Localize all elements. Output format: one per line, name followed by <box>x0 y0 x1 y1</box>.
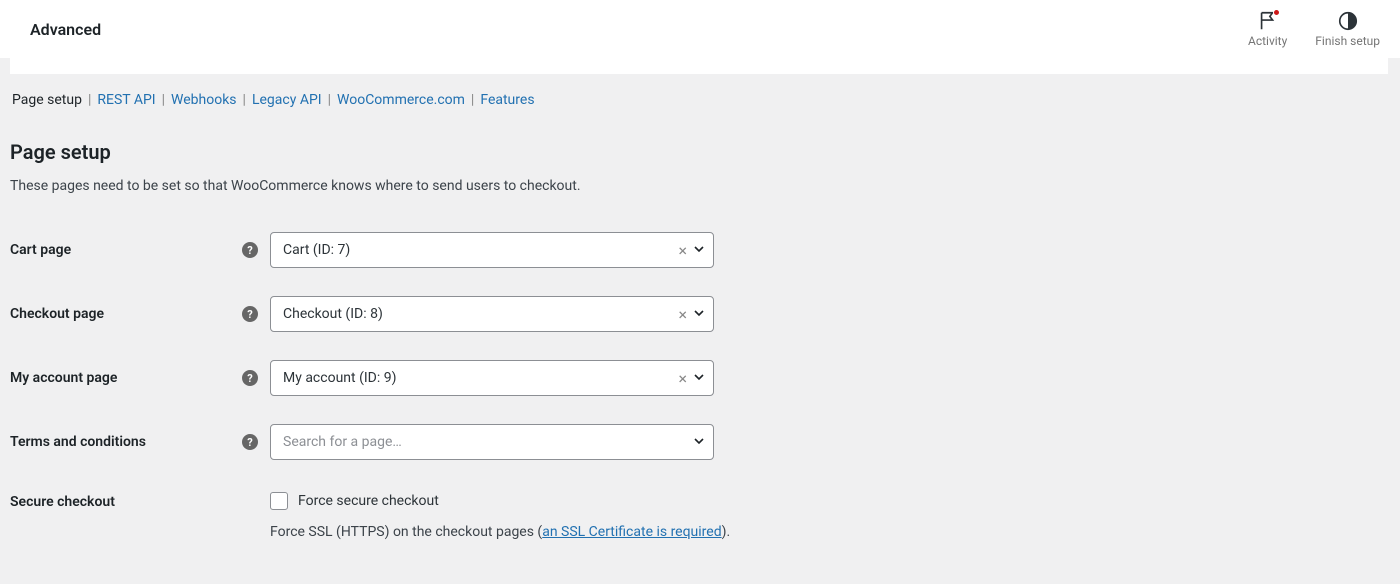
clear-icon[interactable]: × <box>674 241 691 260</box>
help-icon[interactable]: ? <box>242 242 258 258</box>
force-secure-label[interactable]: Force secure checkout <box>298 493 439 509</box>
label-terms-page: Terms and conditions <box>10 410 240 474</box>
subtab-page-setup[interactable]: Page setup <box>12 92 82 108</box>
chevron-down-icon <box>693 371 705 386</box>
section-title: Page setup <box>10 140 1400 164</box>
select-value: Cart (ID: 7) <box>283 242 674 258</box>
label-secure-checkout: Secure checkout <box>10 474 240 554</box>
notice-placeholder <box>10 58 1388 74</box>
activity-button[interactable]: Activity <box>1248 10 1287 48</box>
subtab-wc-com[interactable]: WooCommerce.com <box>337 92 465 108</box>
sub-tabs: Page setup | REST API | Webhooks | Legac… <box>10 74 1400 108</box>
subtab-rest-api[interactable]: REST API <box>97 92 155 108</box>
settings-form: Cart page ? Cart (ID: 7) × Checkout page… <box>10 218 1400 554</box>
chevron-down-icon <box>693 243 705 258</box>
finish-setup-label: Finish setup <box>1315 34 1380 48</box>
subtab-legacy-api[interactable]: Legacy API <box>252 92 322 108</box>
select-cart-page[interactable]: Cart (ID: 7) × <box>270 232 714 268</box>
label-cart-page: Cart page <box>10 218 240 282</box>
row-secure-checkout: Secure checkout Force secure checkout Fo… <box>10 474 1400 554</box>
chevron-down-icon <box>693 435 705 450</box>
help-icon[interactable]: ? <box>242 370 258 386</box>
row-terms-page: Terms and conditions ? Search for a page… <box>10 410 1400 474</box>
top-actions: Activity Finish setup <box>1248 10 1380 48</box>
row-myaccount-page: My account page ? My account (ID: 9) × <box>10 346 1400 410</box>
select-terms-page[interactable]: Search for a page… <box>270 424 714 460</box>
select-value: My account (ID: 9) <box>283 370 674 386</box>
page-title: Advanced <box>30 20 101 39</box>
label-checkout-page: Checkout page <box>10 282 240 346</box>
finish-setup-button[interactable]: Finish setup <box>1315 10 1380 48</box>
row-checkout-page: Checkout page ? Checkout (ID: 8) × <box>10 282 1400 346</box>
chevron-down-icon <box>693 307 705 322</box>
section-description: These pages need to be set so that WooCo… <box>10 178 1400 194</box>
secure-help-text: Force SSL (HTTPS) on the checkout pages … <box>270 524 1390 540</box>
select-placeholder: Search for a page… <box>283 434 693 450</box>
clear-icon[interactable]: × <box>674 369 691 388</box>
help-icon[interactable]: ? <box>242 434 258 450</box>
row-cart-page: Cart page ? Cart (ID: 7) × <box>10 218 1400 282</box>
label-myaccount-page: My account page <box>10 346 240 410</box>
subtab-webhooks[interactable]: Webhooks <box>171 92 237 108</box>
progress-circle-icon <box>1337 10 1359 32</box>
notification-dot <box>1273 9 1280 16</box>
select-myaccount-page[interactable]: My account (ID: 9) × <box>270 360 714 396</box>
force-secure-checkbox[interactable] <box>270 492 288 510</box>
flag-icon <box>1257 10 1279 32</box>
top-bar: Advanced Activity Finish setup <box>0 0 1400 58</box>
activity-label: Activity <box>1248 34 1287 48</box>
content: Page setup | REST API | Webhooks | Legac… <box>0 58 1400 584</box>
help-icon[interactable]: ? <box>242 306 258 322</box>
ssl-cert-link[interactable]: an SSL Certificate is required <box>542 524 721 540</box>
select-checkout-page[interactable]: Checkout (ID: 8) × <box>270 296 714 332</box>
clear-icon[interactable]: × <box>674 305 691 324</box>
select-value: Checkout (ID: 8) <box>283 306 674 322</box>
subtab-features[interactable]: Features <box>480 92 534 108</box>
